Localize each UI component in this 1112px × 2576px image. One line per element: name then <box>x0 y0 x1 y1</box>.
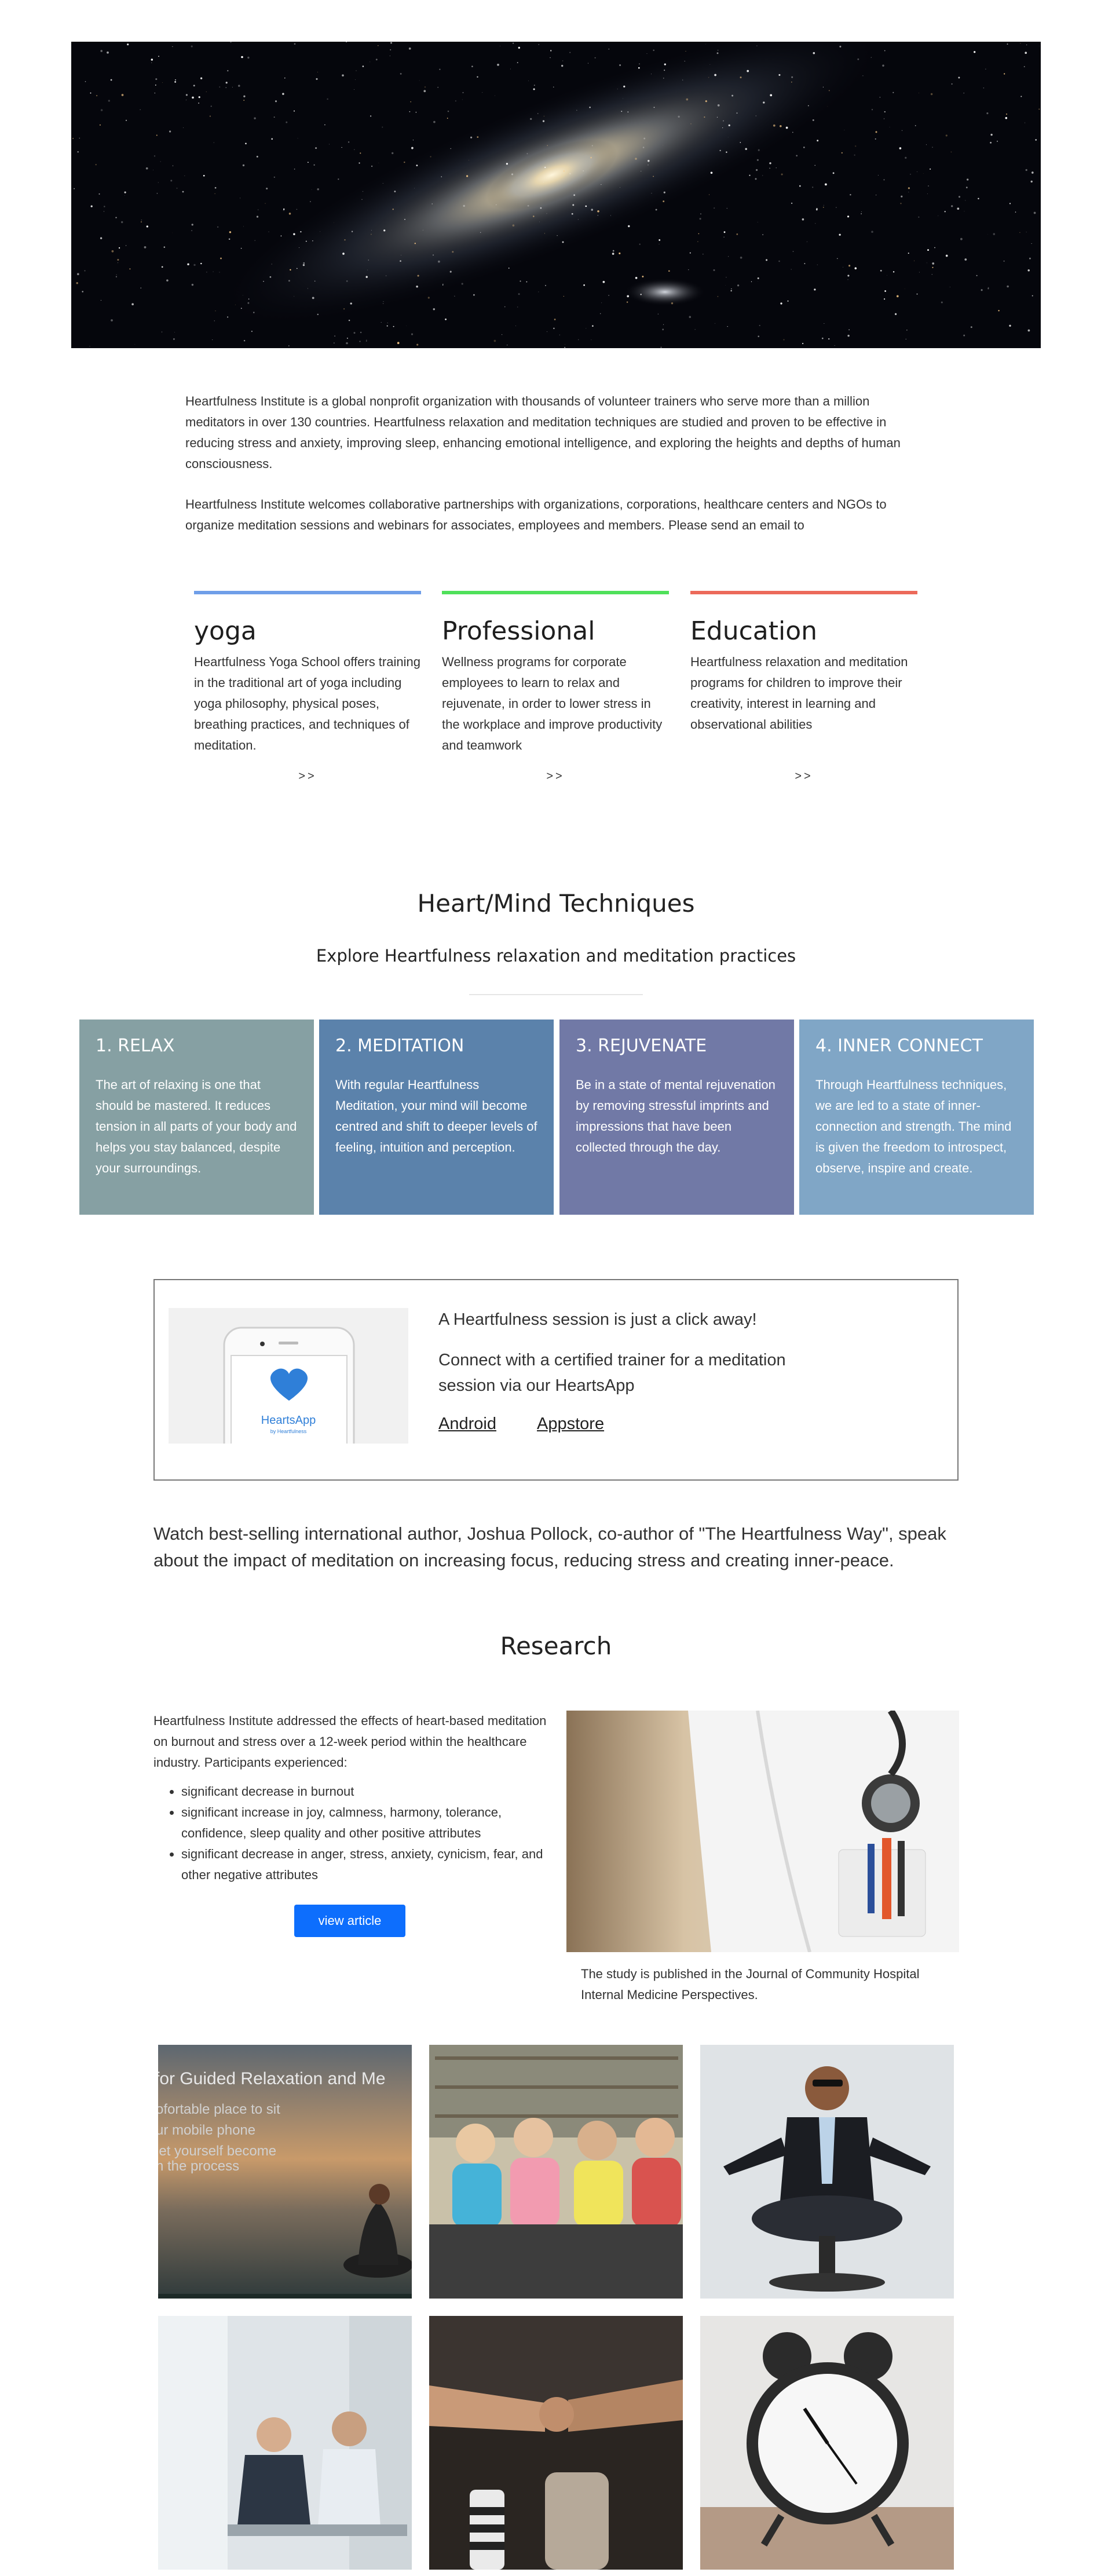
heartsapp-logo-sub: by Heartfulness <box>270 1428 307 1434</box>
research-title: Research <box>500 1632 612 1660</box>
technique-title: 3. REJUVENATE <box>576 1036 707 1056</box>
card-text: Heartfulness Yoga School offers training… <box>194 655 420 752</box>
technique-card-meditation: 2. MEDITATION With regular Heartfulness … <box>319 1020 554 1215</box>
card-title: Education <box>690 616 818 646</box>
more-link[interactable]: >> <box>442 770 669 783</box>
app-description: Connect with a certified trainer for a m… <box>438 1351 786 1395</box>
research-intro: Heartfulness Institute addressed the eff… <box>153 1713 547 1770</box>
gallery-image-beach-meditation: for Guided Relaxation and Me ofortable p… <box>158 2045 412 2299</box>
hero-galaxy-image <box>71 42 1041 348</box>
list-item: significant decrease in burnout <box>181 1781 547 1802</box>
heartsapp-promo: HeartsApp by Heartfulness A Heartfulness… <box>153 1279 959 1481</box>
gallery-image-businessman-meditating <box>700 2045 954 2299</box>
program-card-education: Education Heartfulness relaxation and me… <box>690 591 917 783</box>
doctor-stethoscope-image <box>566 1711 959 1952</box>
technique-card-rejuvenate: 3. REJUVENATE Be in a state of mental re… <box>559 1020 794 1215</box>
list-item: significant decrease in anger, stress, a… <box>181 1844 547 1886</box>
more-link[interactable]: >> <box>690 770 917 783</box>
partnership-paragraph: Heartfulness Institute welcomes collabor… <box>185 497 887 532</box>
card-title: Professional <box>442 616 595 646</box>
research-caption: The study is published in the Journal of… <box>581 1967 920 2002</box>
video-overlay-title: for Guided Relaxation and Me <box>158 2069 386 2088</box>
technique-text: With regular Heartfulness Meditation, yo… <box>335 1077 537 1154</box>
android-link[interactable]: Android <box>438 1415 496 1434</box>
video-overlay-line: ofortable place to sit <box>158 2102 280 2117</box>
gallery-image-office-meeting <box>158 2316 412 2570</box>
technique-card-relax: 1. RELAX The art of relaxing is one that… <box>79 1020 314 1215</box>
app-headline: A Heartfulness session is just a click a… <box>438 1310 757 1329</box>
divider <box>469 994 643 995</box>
view-article-button[interactable]: view article <box>294 1905 405 1937</box>
technique-text: Through Heartfulness techniques, we are … <box>815 1077 1012 1175</box>
technique-title: 2. MEDITATION <box>335 1036 464 1056</box>
research-text: Heartfulness Institute addressed the eff… <box>153 1711 547 1886</box>
technique-title: 4. INNER CONNECT <box>815 1036 983 1056</box>
more-link[interactable]: >> <box>194 770 421 783</box>
technique-title: 1. RELAX <box>96 1036 175 1056</box>
intro-paragraph: Heartfulness Institute is a global nonpr… <box>185 394 901 471</box>
watch-video-text: Watch best-selling international author,… <box>153 1523 946 1570</box>
card-text: Wellness programs for corporate employee… <box>442 655 663 752</box>
technique-text: The art of relaxing is one that should b… <box>96 1077 297 1175</box>
heartsapp-logo-text: HeartsApp <box>261 1414 316 1427</box>
card-title: yoga <box>194 616 257 646</box>
phone-image: HeartsApp by Heartfulness <box>169 1308 408 1444</box>
video-overlay-line: ur mobile phone <box>158 2122 256 2138</box>
technique-text: Be in a state of mental rejuvenation by … <box>576 1077 776 1154</box>
techniques-subtitle: Explore Heartfulness relaxation and medi… <box>316 946 796 966</box>
intro-section: Heartfulness Institute is a global nonpr… <box>185 391 932 556</box>
technique-card-inner-connect: 4. INNER CONNECT Through Heartfulness te… <box>799 1020 1034 1215</box>
video-overlay-line: let yourself become <box>158 2143 277 2159</box>
card-accent-bar <box>442 591 669 594</box>
list-item: significant increase in joy, calmness, h… <box>181 1802 547 1844</box>
card-accent-bar <box>690 591 917 594</box>
card-accent-bar <box>194 591 421 594</box>
gallery-image-alarm-clock <box>700 2316 954 2570</box>
techniques-title: Heart/Mind Techniques <box>417 889 695 918</box>
research-findings-list: significant decrease in burnout signific… <box>153 1781 547 1886</box>
appstore-link[interactable]: Appstore <box>537 1415 604 1434</box>
program-card-yoga: yoga Heartfulness Yoga School offers tra… <box>194 591 421 783</box>
gallery-image-fist-bump <box>429 2316 683 2570</box>
program-card-professional: Professional Wellness programs for corpo… <box>442 591 669 783</box>
gallery-image-students-library <box>429 2045 683 2299</box>
card-text: Heartfulness relaxation and meditation p… <box>690 655 908 732</box>
video-overlay-line: n the process <box>158 2158 240 2174</box>
